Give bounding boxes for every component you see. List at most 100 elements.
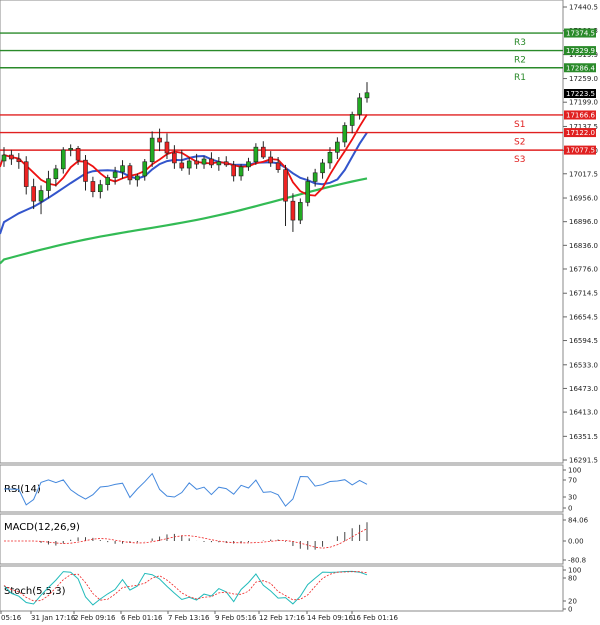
candle-body: [231, 164, 236, 177]
candle-body: [105, 177, 111, 185]
time-tick-label: 7 Feb 13:16: [168, 614, 210, 622]
level-name-s2: S2: [514, 138, 525, 148]
candle-body: [246, 161, 251, 168]
price-tick-label: 16776.0: [569, 265, 598, 273]
price-tick-label: 16413.0: [569, 409, 598, 417]
candle-body: [120, 165, 125, 173]
candle-body: [275, 162, 281, 170]
indicator-tick-label: 0.00: [568, 538, 584, 546]
candle-body: [135, 175, 140, 181]
time-axis: 05:16 31 Jan 17:162 Feb 09:16 6 Feb 01:16 7…: [0, 611, 398, 622]
candle-body: [31, 186, 36, 202]
candle-body: [290, 200, 296, 221]
candle-body: [223, 161, 229, 166]
price-tick-label: 17017.5: [569, 170, 598, 178]
candle-body: [23, 161, 29, 187]
indicator-tick-label: 0: [568, 505, 572, 513]
level-price-label: 17077.5: [566, 147, 595, 155]
time-tick-label: 31 Jan 17:16: [31, 614, 76, 622]
time-tick-label: 05:16: [1, 614, 22, 622]
indicator-tick-label: 84.06: [568, 517, 589, 525]
price-pane-frame: [0, 0, 564, 464]
macd-pane-frame: [0, 513, 564, 565]
candle-body: [1, 154, 7, 162]
candle-body: [16, 158, 22, 163]
level-name-r2: R2: [514, 56, 526, 66]
candle-body: [38, 190, 44, 202]
level-price-label: 17166.6: [566, 111, 595, 119]
macd-pane: MACD(12,26,9) 84.06 0.00 -80.8: [0, 513, 589, 565]
time-tick-label: 14 Feb 09:16: [307, 614, 353, 622]
indicator-tick-label: 30: [568, 494, 577, 502]
price-tick-label: 17199.0: [569, 99, 598, 107]
price-tick-label: 16956.0: [569, 195, 598, 203]
price-tick-label: 16836.0: [569, 242, 598, 250]
price-tick-label: 16654.5: [569, 313, 598, 321]
time-tick-label: 2 Feb 09:16: [74, 614, 116, 622]
candle-body: [216, 161, 222, 166]
level-price-label: 17329.9: [566, 47, 595, 55]
candle-body: [342, 125, 348, 143]
candle-body: [179, 162, 185, 169]
time-tick-label: 16 Feb 01:16: [352, 614, 398, 622]
current-price-label: 17223.5: [566, 90, 595, 98]
stoch-axis: 10080 200: [563, 567, 581, 614]
candle-body: [112, 171, 118, 178]
candle-body: [149, 137, 155, 163]
level-price-label: 17122.0: [566, 129, 595, 137]
candle-body: [164, 141, 170, 154]
price-tick-label: 17259.0: [569, 75, 598, 83]
candle-body: [327, 151, 333, 164]
price-tick-label: 16714.5: [569, 290, 598, 298]
indicator-tick-label: 80: [568, 575, 577, 583]
candle-body: [75, 148, 81, 161]
level-name-r3: R3: [514, 38, 526, 48]
candle-body: [9, 154, 14, 160]
level-price-label: 17286.4: [566, 64, 595, 72]
time-tick-label: 12 Feb 17:16: [259, 614, 305, 622]
candle-body: [260, 146, 266, 158]
candle-body: [312, 172, 318, 182]
stoch-pane: Stoch(5,5,3) 10080200: [0, 565, 581, 614]
time-tick-label: 6 Feb 01:16: [121, 614, 163, 622]
candle-body: [357, 97, 362, 115]
level-name-s3: S3: [514, 155, 525, 165]
price-tick-label: 16473.0: [569, 385, 598, 393]
candle-body: [283, 169, 288, 202]
candle-body: [60, 149, 66, 170]
candle-body: [320, 162, 325, 174]
candle-body: [46, 178, 51, 191]
candle-body: [253, 146, 259, 163]
candle-body: [335, 141, 340, 153]
candle-body: [172, 152, 177, 164]
candle-body: [142, 161, 148, 177]
candle-body: [90, 181, 96, 193]
price-tick-label: 16291.5: [569, 457, 598, 465]
price-tick-label: 16594.5: [569, 337, 598, 345]
candle-body: [268, 156, 273, 164]
indicator-tick-label: 70: [568, 477, 577, 485]
price-tick-label: 16351.5: [569, 433, 598, 441]
rsi-pane: RSI(14) 10070300: [0, 464, 581, 513]
candle-body: [238, 166, 244, 177]
candle-body: [157, 137, 162, 143]
candle-body: [209, 158, 214, 166]
current-price-marker: 17223.5: [564, 89, 596, 98]
price-tick-label: 16896.0: [569, 218, 598, 226]
rsi-axis: 100 70 30 0: [563, 467, 581, 513]
candle-body: [201, 158, 207, 165]
level-price-label: 17374.5: [566, 30, 595, 38]
stoch-pane-frame: [0, 565, 564, 612]
candle-body: [194, 160, 199, 165]
macd-label: MACD(12,26,9): [4, 522, 80, 533]
candle-body: [364, 92, 370, 99]
indicator-tick-label: -80.8: [568, 557, 586, 565]
indicator-tick-label: 100: [568, 467, 581, 475]
candle-body: [98, 184, 103, 193]
price-chart: 17440.517380.317319.917259.017199.017137…: [0, 0, 598, 622]
indicator-tick-label: 20: [568, 598, 577, 606]
price-tick-label: 17440.5: [569, 4, 598, 12]
price-pane: 17440.517380.317319.917259.017199.017137…: [0, 0, 598, 465]
candle-body: [53, 168, 59, 179]
candle-body: [305, 181, 311, 203]
